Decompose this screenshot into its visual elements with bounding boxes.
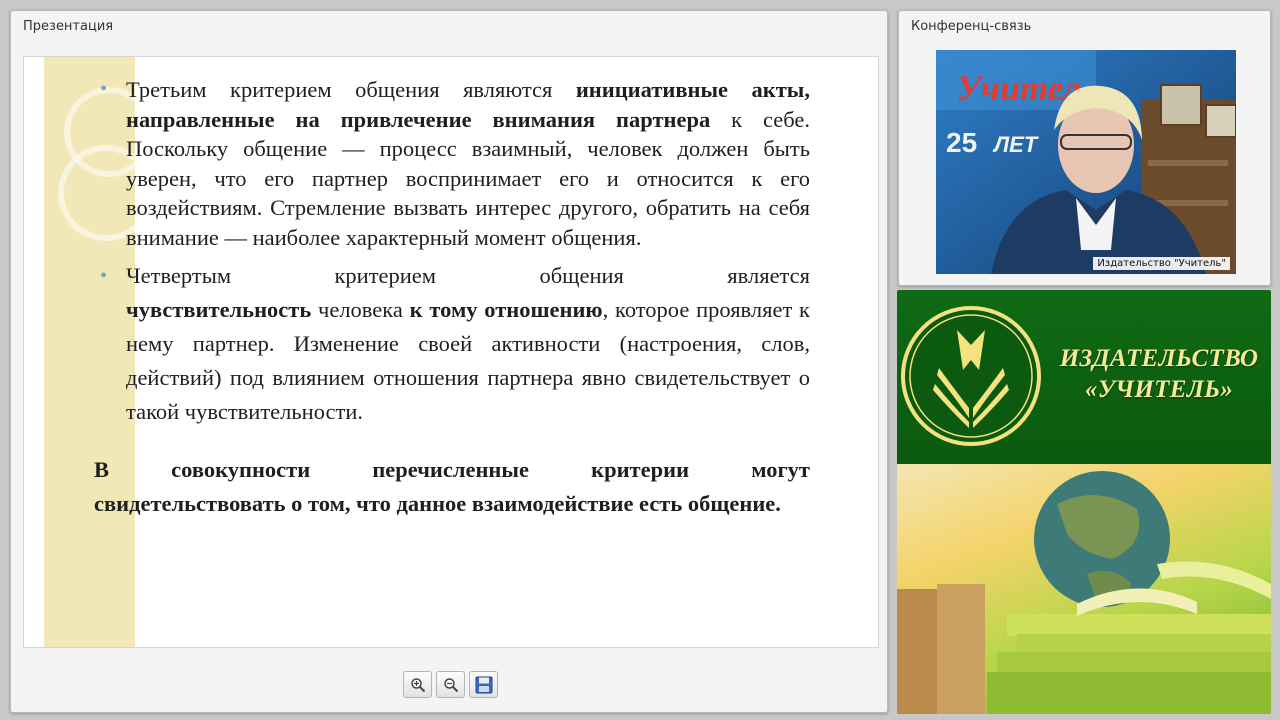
publisher-logo-block: ИЗДАТЕЛЬСТВО «УЧИТЕЛЬ»	[897, 290, 1271, 464]
bullet-2-text: человека	[311, 297, 410, 322]
floppy-disk-icon	[475, 676, 492, 693]
slide-bullet-2: Четвертым критерием общения является чув…	[94, 259, 810, 429]
video-feed[interactable]: Учител 25 ЛЕТ Издательство "Учитель"	[936, 50, 1236, 274]
books-globe-illustration	[897, 464, 1271, 714]
slide-canvas: Третьим критерием общения являются иници…	[23, 56, 879, 648]
publisher-logo-icon	[901, 306, 1041, 446]
video-caption: Издательство "Учитель"	[1093, 257, 1230, 270]
conclusion-first-line: В совокупности перечисленные критерии мо…	[94, 457, 810, 482]
presentation-toolbar	[403, 671, 498, 698]
conference-panel: Конференц-связь Учител 25 ЛЕТ Издательст…	[898, 10, 1271, 286]
svg-text:25: 25	[946, 127, 977, 158]
bullet-2-emphasis-1: чувствительность	[126, 297, 312, 322]
save-button[interactable]	[469, 671, 498, 698]
slide-bullet-1: Третьим критерием общения являются иници…	[94, 75, 810, 252]
svg-text:Учител: Учител	[956, 68, 1081, 108]
presentation-panel: Презентация Третьим критерием общения яв…	[10, 10, 888, 713]
books-illustration	[897, 471, 1271, 714]
bullet-1-text: Третьим критерием общения являются	[126, 77, 576, 102]
zoom-in-button[interactable]	[403, 671, 432, 698]
zoom-out-button[interactable]	[436, 671, 465, 698]
zoom-out-icon	[443, 677, 458, 692]
svg-text:ЛЕТ: ЛЕТ	[992, 132, 1039, 157]
webcam-image: Учител 25 ЛЕТ	[936, 50, 1236, 274]
zoom-in-icon	[410, 677, 425, 692]
presentation-panel-title: Презентация	[23, 19, 114, 34]
publisher-name-line-1: ИЗДАТЕЛЬСТВО	[1059, 345, 1259, 372]
conclusion-rest: свидетельствовать о том, что данное взаи…	[94, 491, 781, 516]
conference-panel-title: Конференц-связь	[911, 19, 1032, 34]
publisher-banner: ИЗДАТЕЛЬСТВО «УЧИТЕЛЬ»	[897, 290, 1271, 714]
bullet-2-first-line: Четвертым критерием общения является	[126, 263, 810, 288]
bullet-2-emphasis-2: к тому отношению	[409, 297, 603, 322]
slide-conclusion: В совокупности перечисленные критерии мо…	[94, 453, 810, 521]
publisher-name: ИЗДАТЕЛЬСТВО «УЧИТЕЛЬ»	[1047, 343, 1271, 405]
slide-text: Третьим критерием общения являются иници…	[94, 75, 810, 521]
publisher-name-line-2: «УЧИТЕЛЬ»	[1084, 376, 1234, 403]
